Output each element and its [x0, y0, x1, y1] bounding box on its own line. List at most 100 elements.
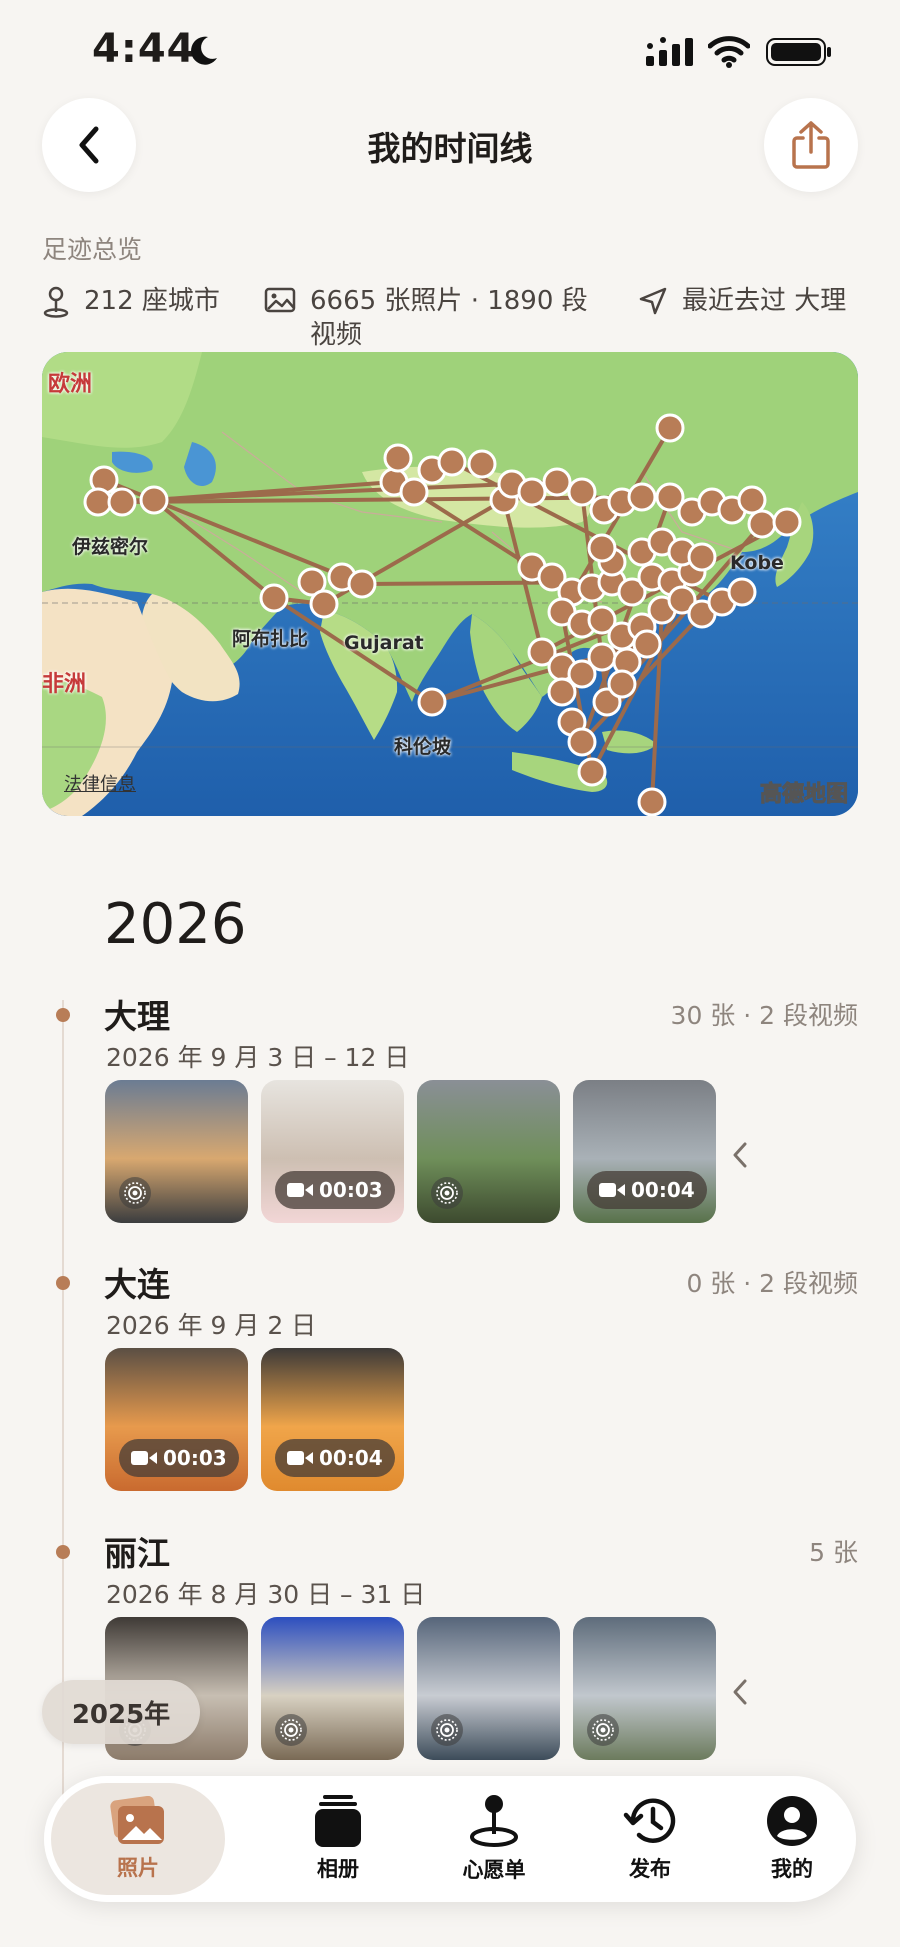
video-duration-text: 00:04 — [631, 1178, 695, 1202]
year-heading: 2026 — [104, 892, 247, 957]
timeline-dot — [56, 1545, 70, 1559]
tab-photos[interactable]: 照片 — [51, 1783, 225, 1895]
photo-icon — [264, 287, 296, 313]
map-footprint-marker[interactable] — [542, 467, 572, 497]
photo-thumbnail[interactable] — [261, 1617, 404, 1760]
map-footprint-marker[interactable] — [737, 485, 767, 515]
map-label-izmir: 伊兹密尔 — [72, 536, 149, 558]
timeline-entry[interactable]: 大连 0 张 · 2 段视频 2026 年 9 月 2 日 00:03 00:04 — [0, 1258, 900, 1498]
map-footprint-marker[interactable] — [107, 487, 137, 517]
map-footprint-marker[interactable] — [83, 487, 113, 517]
thumbnail-strip: 00:03 00:04 — [105, 1080, 729, 1223]
share-button[interactable] — [764, 98, 858, 192]
timeline-entry[interactable]: 大理 30 张 · 2 段视频 2026 年 9 月 3 日 – 12 日 00:03… — [0, 990, 900, 1230]
map-footprint-marker[interactable] — [467, 449, 497, 479]
map-footprint-marker[interactable] — [747, 509, 777, 539]
video-thumbnail[interactable]: 00:04 — [573, 1080, 716, 1223]
map-footprint-marker[interactable] — [577, 757, 607, 787]
entry-media-count: 30 张 · 2 段视频 — [670, 1001, 858, 1030]
map-footprint-marker[interactable] — [347, 569, 377, 599]
year-jump-chip[interactable]: 2025年 — [42, 1680, 200, 1744]
map-label-colombo: 科伦坡 — [394, 736, 452, 758]
tab-wishlist-label: 心愿单 — [462, 1858, 526, 1882]
live-photo-badge — [275, 1714, 307, 1746]
live-photo-badge — [587, 1714, 619, 1746]
entry-city-name: 丽江 — [104, 1534, 170, 1573]
tab-bar: 照片 相册 心愿单 发布 我的 — [44, 1776, 856, 1902]
entry-city-name: 大连 — [104, 1265, 170, 1304]
video-duration-badge: 00:03 — [119, 1439, 239, 1477]
thumbnail-strip — [105, 1617, 729, 1760]
map-brand-logo: 高德地图 — [759, 782, 848, 808]
entry-media-count: 5 张 — [809, 1538, 858, 1567]
entry-media-count: 0 张 · 2 段视频 — [686, 1269, 858, 1298]
chevron-left-icon[interactable] — [730, 1677, 750, 1707]
map-footprint-marker[interactable] — [587, 642, 617, 672]
map-footprint-marker[interactable] — [727, 577, 757, 607]
summary-section-label: 足迹总览 — [42, 235, 143, 264]
video-thumbnail[interactable]: 00:04 — [261, 1348, 404, 1491]
photo-thumbnail[interactable] — [417, 1080, 560, 1223]
map-footprint-marker[interactable] — [309, 589, 339, 619]
map-footprint-marker[interactable] — [772, 507, 802, 537]
media-count-text: 6665 张照片 · 1890 段视频 — [310, 286, 588, 350]
map-legal-link[interactable]: 法律信息 — [64, 770, 136, 796]
video-duration-text: 00:04 — [319, 1446, 383, 1470]
tab-publish[interactable]: 发布 — [572, 1776, 728, 1902]
tab-publish-label: 发布 — [629, 1857, 671, 1881]
entry-date-range: 2026 年 9 月 2 日 — [106, 1311, 317, 1340]
map-footprint-marker[interactable] — [259, 583, 289, 613]
video-thumbnail[interactable]: 00:03 — [261, 1080, 404, 1223]
video-duration-badge: 00:04 — [275, 1439, 395, 1477]
entry-date-range: 2026 年 9 月 3 日 – 12 日 — [106, 1043, 410, 1072]
map-footprint-marker[interactable] — [437, 447, 467, 477]
video-camera-icon — [287, 1183, 313, 1197]
photo-thumbnail[interactable] — [417, 1617, 560, 1760]
video-thumbnail[interactable]: 00:03 — [105, 1348, 248, 1491]
map-label-abu-dhabi: 阿布扎比 — [232, 628, 309, 650]
map-footprint-marker[interactable] — [547, 677, 577, 707]
video-camera-icon — [131, 1451, 157, 1465]
video-duration-text: 00:03 — [319, 1178, 383, 1202]
live-photo-badge — [119, 1177, 151, 1209]
album-icon — [315, 1795, 361, 1847]
status-bar: 4:44 — [0, 0, 900, 100]
live-photo-icon — [280, 1719, 302, 1741]
map-footprint-marker[interactable] — [417, 687, 447, 717]
map-footprint-marker[interactable] — [627, 482, 657, 512]
footprint-map[interactable]: 欧洲 伊兹密尔 阿布扎比 Gujarat 科伦坡 Kobe 非洲 法律信息 高德… — [42, 352, 858, 816]
video-duration-badge: 00:03 — [275, 1171, 395, 1209]
map-footprint-marker[interactable] — [517, 477, 547, 507]
recent-visit-stat: 最近去过 大理 — [638, 284, 846, 318]
map-footprint-marker[interactable] — [632, 629, 662, 659]
photo-thumbnail[interactable] — [573, 1617, 716, 1760]
map-label-gujarat: Gujarat — [344, 632, 424, 654]
map-footprint-marker[interactable] — [139, 485, 169, 515]
live-photo-badge — [431, 1177, 463, 1209]
city-count-stat: 212 座城市 — [42, 284, 220, 318]
map-footprint-marker[interactable] — [607, 669, 637, 699]
video-duration-text: 00:03 — [163, 1446, 227, 1470]
tab-wishlist[interactable]: 心愿单 — [416, 1776, 572, 1902]
map-footprint-marker[interactable] — [655, 413, 685, 443]
map-footprint-marker[interactable] — [383, 443, 413, 473]
map-footprint-marker[interactable] — [687, 542, 717, 572]
live-photo-icon — [124, 1182, 146, 1204]
photo-thumbnail[interactable] — [105, 1080, 248, 1223]
tab-albums[interactable]: 相册 — [260, 1776, 416, 1902]
map-footprint-marker[interactable] — [587, 533, 617, 563]
map-footprint-marker[interactable] — [637, 787, 667, 816]
map-footprint-marker[interactable] — [567, 477, 597, 507]
live-photo-badge — [431, 1714, 463, 1746]
map-footprint-marker[interactable] — [567, 727, 597, 757]
location-arrow-icon — [639, 287, 667, 315]
map-footprint-marker[interactable] — [399, 477, 429, 507]
live-photo-icon — [592, 1719, 614, 1741]
city-count-text: 212 座城市 — [84, 286, 220, 316]
share-icon — [792, 121, 830, 169]
tab-profile[interactable]: 我的 — [728, 1776, 856, 1902]
tab-albums-label: 相册 — [317, 1857, 359, 1881]
map-label-kobe: Kobe — [730, 552, 784, 574]
media-count-stat: 6665 张照片 · 1890 段视频 — [264, 284, 604, 352]
chevron-left-icon[interactable] — [730, 1140, 750, 1170]
